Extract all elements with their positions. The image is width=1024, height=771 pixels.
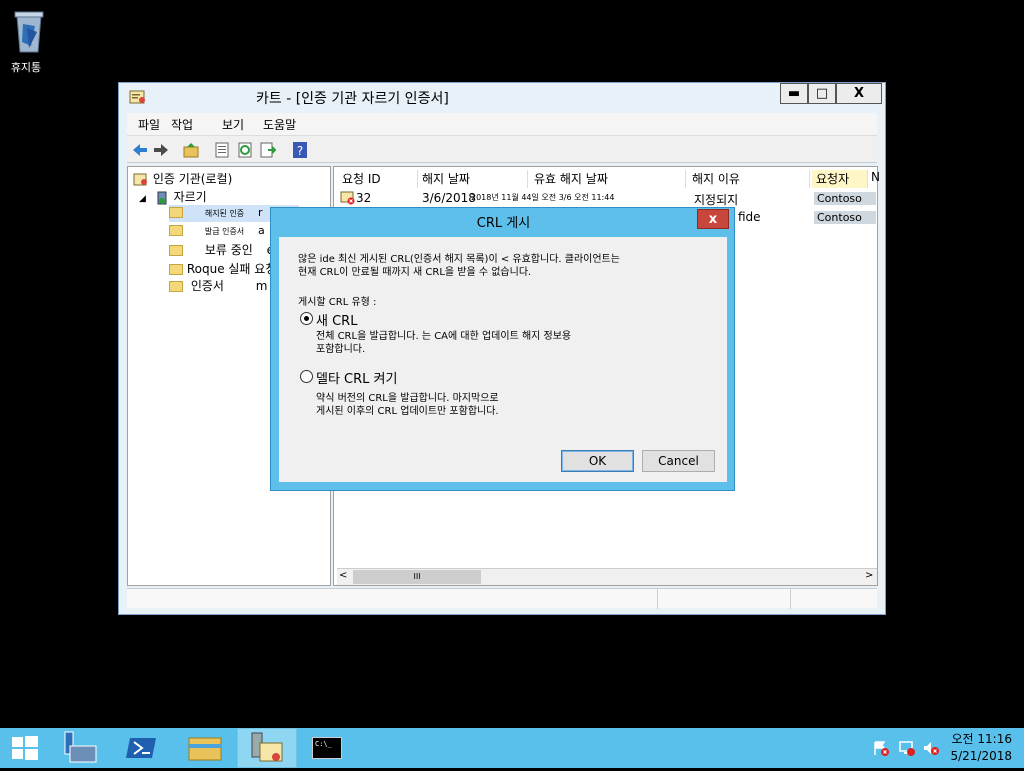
crl-type-label: 게시할 CRL 유형 : [298,297,377,308]
cell-revoke-reason: fide [738,210,761,224]
forward-arrow-icon[interactable] [152,141,170,159]
tree-item-label: 보류 중인 [204,243,253,257]
column-revoke-date[interactable]: 해지 날짜 [418,170,528,188]
clock-date: 5/21/2018 [950,749,1012,763]
column-effective-date[interactable]: 유효 해지 날짜 [530,170,686,188]
taskbar-command-prompt[interactable]: C:\_ [298,728,358,768]
scroll-right-arrow[interactable]: > [865,570,873,581]
taskbar-server-manager[interactable] [50,728,110,768]
taskbar-certification-authority[interactable] [237,728,297,768]
tree-root-label: 인증 기관(로컬) [152,172,233,186]
delta-crl-radio[interactable] [300,370,313,383]
tree-item-label: Roque 실패 요청 [186,262,277,276]
window-title: 카트 - [인증 기관 자르기 인증서] [256,91,449,107]
cell-requester: Contoso [814,211,876,224]
powershell-icon [126,738,156,758]
cancel-button[interactable]: Cancel [642,450,715,472]
clock-time: 오전 11:16 [951,732,1012,746]
recycle-bin-icon [14,11,44,53]
up-folder-icon[interactable] [182,141,200,159]
ok-button[interactable]: OK [561,450,634,472]
toolbar: ? [127,135,877,163]
folder-icon [169,207,183,218]
folder-icon [169,245,183,256]
tree-item-label: 해지된 인증 [204,209,245,218]
network-icon[interactable] [898,740,916,756]
server-manager-icon [64,731,97,763]
menu-action[interactable]: 작업 [171,116,193,133]
horizontal-scrollbar[interactable]: < III > [337,568,877,585]
dialog-close-button[interactable]: x [697,209,729,229]
taskbar: C:\_ 오전 11:16 5/21/2018 [0,728,1024,768]
column-more[interactable]: N [869,170,880,188]
tree-item-pending[interactable]: 보류 중인 e [169,241,274,258]
minimize-button[interactable]: ▬ [780,83,808,104]
column-request-id[interactable]: 요청 ID [338,170,418,188]
column-requester[interactable]: 요청자 [812,170,868,188]
tree-item-certificates[interactable]: 인증서 m [169,277,267,294]
folder-icon [169,281,183,292]
revoked-certificate-icon [340,191,355,205]
dialog-description: 현재 CRL이 만료될 때까지 새 CRL을 받을 수 없습니다. [298,267,532,278]
close-button[interactable]: X [836,83,882,104]
tree-item-label: 발급 인증서 [204,227,245,236]
tree-root[interactable]: 인증 기관(로컬) [133,170,232,187]
expand-triangle-icon[interactable]: ◢ [139,194,146,204]
table-row[interactable]: 32 3/6/2018 2018년 11월 44일 오전 3/6 오전 11:4… [334,189,877,207]
tree-item-label: 인증서 [190,279,224,293]
refresh-icon[interactable] [236,141,254,159]
taskbar-powershell[interactable] [112,728,172,768]
publish-crl-dialog: CRL 게시 x 않은 ide 최신 게시된 CRL(인증서 해지 목록)이 <… [270,207,735,491]
help-icon[interactable]: ? [291,141,309,159]
tree-ca-label: 자르기 [173,190,207,204]
svg-text:?: ? [297,144,303,158]
maximize-button[interactable]: □ [808,83,836,104]
window-titlebar[interactable]: 카트 - [인증 기관 자르기 인증서] ▬ □ X [119,83,885,113]
delta-crl-description: 게시된 이후의 CRL 업데이트만 포함합니다. [316,406,499,417]
properties-icon[interactable] [213,141,231,159]
taskbar-clock[interactable]: 오전 11:16 5/21/2018 [950,731,1012,765]
new-crl-radio[interactable] [300,312,313,325]
cell-revoke-reason: 지정되지 [694,193,739,207]
tree-item-issued[interactable]: 발급 인증서 a [169,223,265,237]
volume-muted-icon[interactable] [922,740,940,756]
cell-request-id: 32 [356,191,372,205]
certificate-app-icon [129,90,145,104]
command-prompt-icon: C:\_ [312,737,342,759]
action-center-flag-icon[interactable] [872,740,890,756]
scroll-left-arrow[interactable]: < [339,570,347,581]
cell-effective-date: 2018년 11월 44일 오전 3/6 오전 11:44 [471,193,615,202]
cell-revoke-date: 3/6/2018 [422,191,476,205]
file-explorer-icon [188,737,222,761]
recycle-bin-shortcut[interactable]: 휴지통 [8,6,50,75]
certificate-authority-icon [133,173,147,185]
cell-requester: Contoso [814,192,876,205]
tree-item-failed[interactable]: Roque 실패 요청 [169,260,276,277]
delta-crl-label[interactable]: 델타 CRL 켜기 [316,368,397,387]
column-revoke-reason[interactable]: 해지 이유 [688,170,810,188]
recycle-bin-label: 휴지통 [10,61,42,74]
folder-icon [169,264,183,275]
menu-help[interactable]: 도움말 [263,116,296,133]
tree-ca-node[interactable]: ◢ 자르기 [139,188,207,205]
back-arrow-icon[interactable] [131,141,149,159]
ca-server-icon [157,191,167,204]
status-bar [127,588,877,609]
menu-view[interactable]: 보기 [222,116,244,133]
taskbar-file-explorer[interactable] [175,728,235,768]
new-crl-description: 포함합니다. [316,344,366,355]
menu-file[interactable]: 파일 [138,116,160,133]
certificate-app-icon [251,732,283,762]
dialog-body: 않은 ide 최신 게시된 CRL(인증서 해지 목록)이 < 유효합니다. 클… [279,237,727,482]
export-list-icon[interactable] [259,141,277,159]
scroll-thumb[interactable]: III [353,570,481,584]
folder-icon [169,225,183,236]
menu-bar: 파일 작업 보기 도움말 [127,113,877,135]
dialog-title: CRL 게시 [476,216,531,231]
